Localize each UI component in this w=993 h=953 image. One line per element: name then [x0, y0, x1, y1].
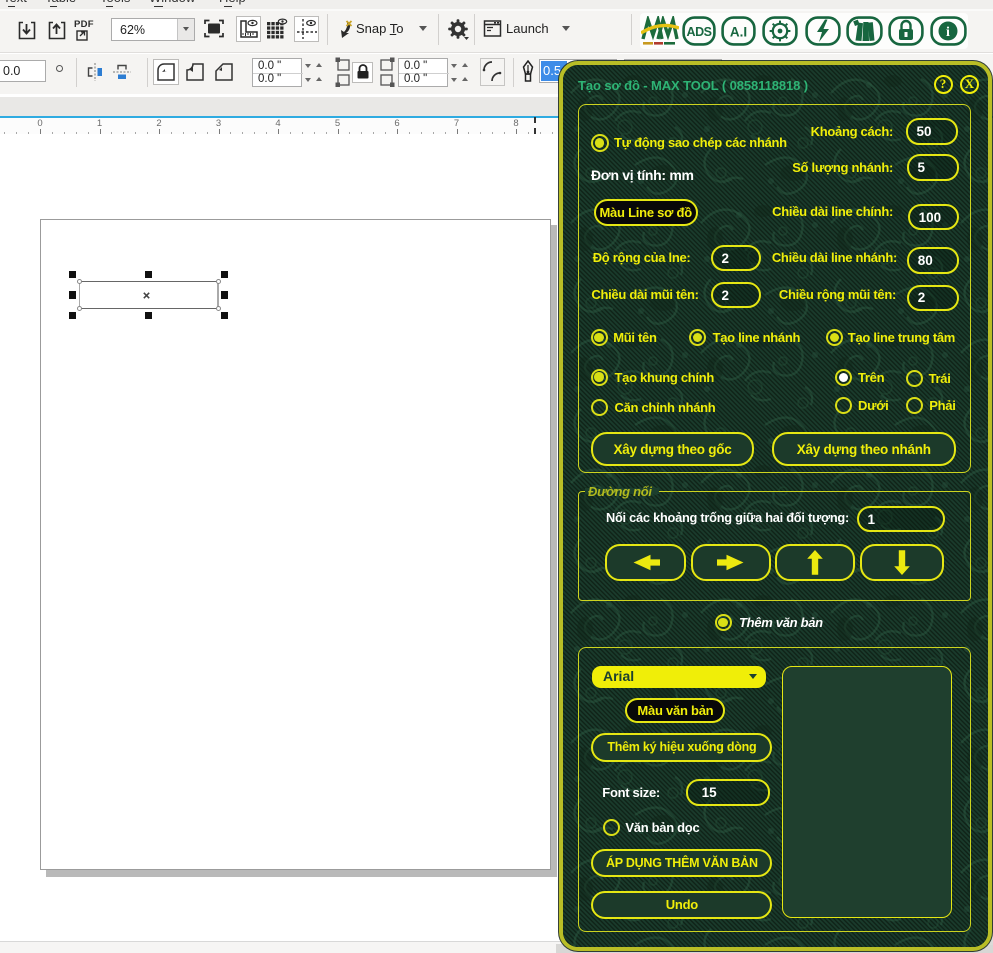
svg-text:ADS: ADS	[687, 25, 712, 39]
svg-text:A.I: A.I	[730, 25, 747, 40]
svg-text:i: i	[946, 25, 950, 40]
